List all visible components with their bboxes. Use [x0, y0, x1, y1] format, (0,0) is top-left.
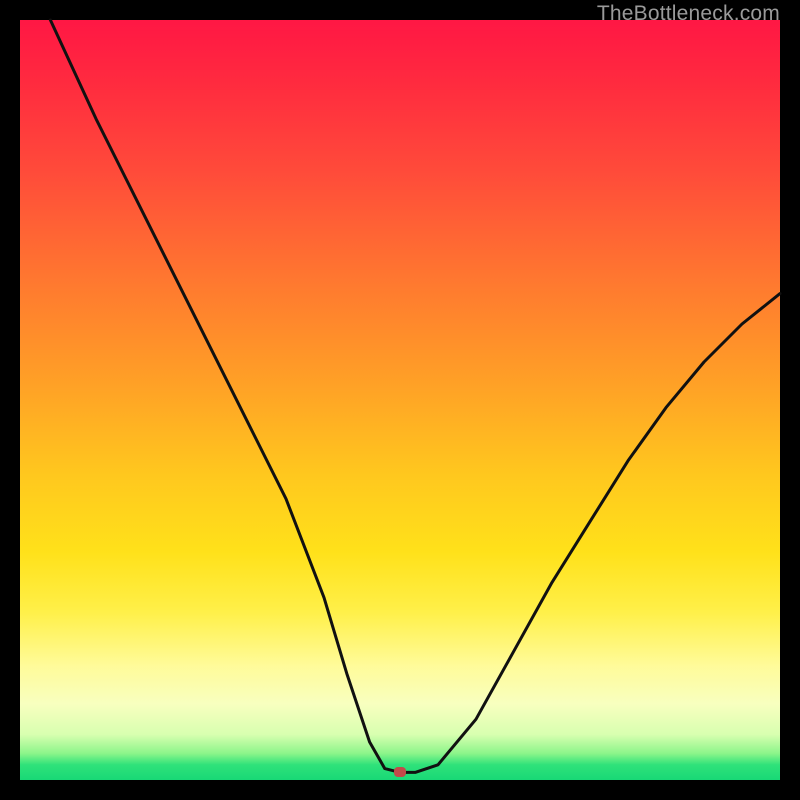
bottleneck-curve — [50, 20, 780, 772]
current-point-marker — [394, 767, 406, 777]
curve-svg — [20, 20, 780, 780]
chart-frame: TheBottleneck.com — [0, 0, 800, 800]
plot-area — [20, 20, 780, 780]
